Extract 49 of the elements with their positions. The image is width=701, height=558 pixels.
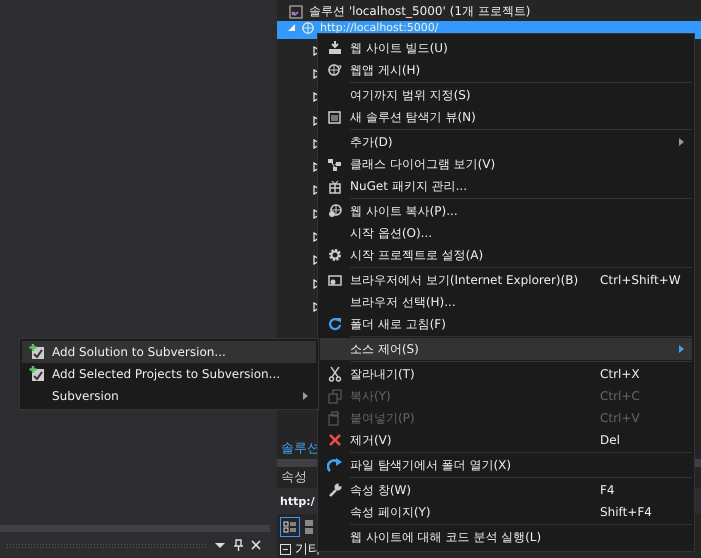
globe-icon bbox=[327, 203, 343, 219]
scissors-icon bbox=[327, 366, 343, 382]
window-icon bbox=[327, 109, 343, 125]
menu-item[interactable]: NuGet 패키지 관리... bbox=[320, 175, 692, 197]
menu-item[interactable]: 클래스 다이어그램 보기(V) bbox=[320, 153, 692, 175]
copy-icon bbox=[327, 388, 343, 404]
menu-item[interactable]: Subversion bbox=[22, 385, 316, 407]
menu-item[interactable]: 추가(D) bbox=[320, 131, 692, 153]
diagram-icon bbox=[327, 156, 343, 172]
menu-item[interactable]: 제거(V) Del bbox=[320, 429, 692, 451]
menu-item[interactable]: 웹 사이트 빌드(U) bbox=[320, 37, 692, 59]
categorized-icon[interactable] bbox=[280, 517, 300, 538]
menu-item[interactable]: 폴더 새로 고침(F) bbox=[320, 313, 692, 335]
tree-item[interactable]: 솔루션 'localhost_5000' (1개 프로젝트) bbox=[309, 3, 530, 20]
globe-icon bbox=[302, 22, 314, 34]
gear-icon bbox=[327, 247, 343, 263]
menu-item[interactable]: Add Solution to Subversion... bbox=[22, 341, 316, 363]
menu-item[interactable]: 여기까지 범위 지정(S) bbox=[320, 84, 692, 106]
menu-item[interactable]: 브라우저 선택(H)... bbox=[320, 291, 692, 313]
expand-arrow-icon[interactable] bbox=[287, 22, 296, 32]
menu-item[interactable]: 잘라내기(T) Ctrl+X bbox=[320, 363, 692, 385]
menu-item[interactable]: 시작 프로젝트로 설정(A) bbox=[320, 244, 692, 266]
svn-add-icon bbox=[29, 344, 45, 360]
redo-arrow-icon bbox=[327, 457, 343, 473]
menu-item[interactable]: 파일 탐색기에서 폴더 열기(X) bbox=[320, 454, 692, 476]
project-label: http://localhost:5000/ bbox=[320, 22, 438, 34]
gift-icon bbox=[327, 178, 343, 194]
menu-item[interactable]: 속성 창(W) F4 bbox=[320, 479, 692, 501]
menu-item[interactable]: 새 솔루션 탐색기 뷰(N) bbox=[320, 106, 692, 128]
collapse-icon[interactable] bbox=[280, 544, 291, 555]
menu-item[interactable]: 웹앱 게시(H) bbox=[320, 59, 692, 81]
build-icon bbox=[327, 40, 343, 56]
menu-item[interactable]: 브라우저에서 보기(Internet Explorer)(B) Ctrl+Shift+W bbox=[320, 269, 692, 291]
globe-icon bbox=[327, 62, 343, 78]
close-icon[interactable] bbox=[250, 539, 262, 551]
pin-icon[interactable] bbox=[232, 539, 244, 551]
solution-icon bbox=[289, 4, 303, 18]
refresh-icon bbox=[327, 316, 343, 332]
properties-object: http:/ bbox=[280, 494, 315, 508]
menu-item[interactable]: 속성 페이지(Y) Shift+F4 bbox=[320, 501, 692, 523]
menu-item[interactable]: 소스 제어(S) bbox=[320, 338, 692, 360]
menu-item[interactable]: 시작 옵션(O)... bbox=[320, 222, 692, 244]
svn-add-icon bbox=[29, 366, 45, 382]
menu-item[interactable]: 웹 사이트 복사(P)... bbox=[320, 200, 692, 222]
delete-icon bbox=[327, 432, 343, 448]
wrench-icon bbox=[327, 482, 343, 498]
properties-title: 속성 bbox=[281, 469, 307, 486]
menu-item[interactable]: 웹 사이트에 대해 코드 분석 실행(L) bbox=[320, 526, 692, 548]
menu-item[interactable]: Add Selected Projects to Subversion... bbox=[22, 363, 316, 385]
